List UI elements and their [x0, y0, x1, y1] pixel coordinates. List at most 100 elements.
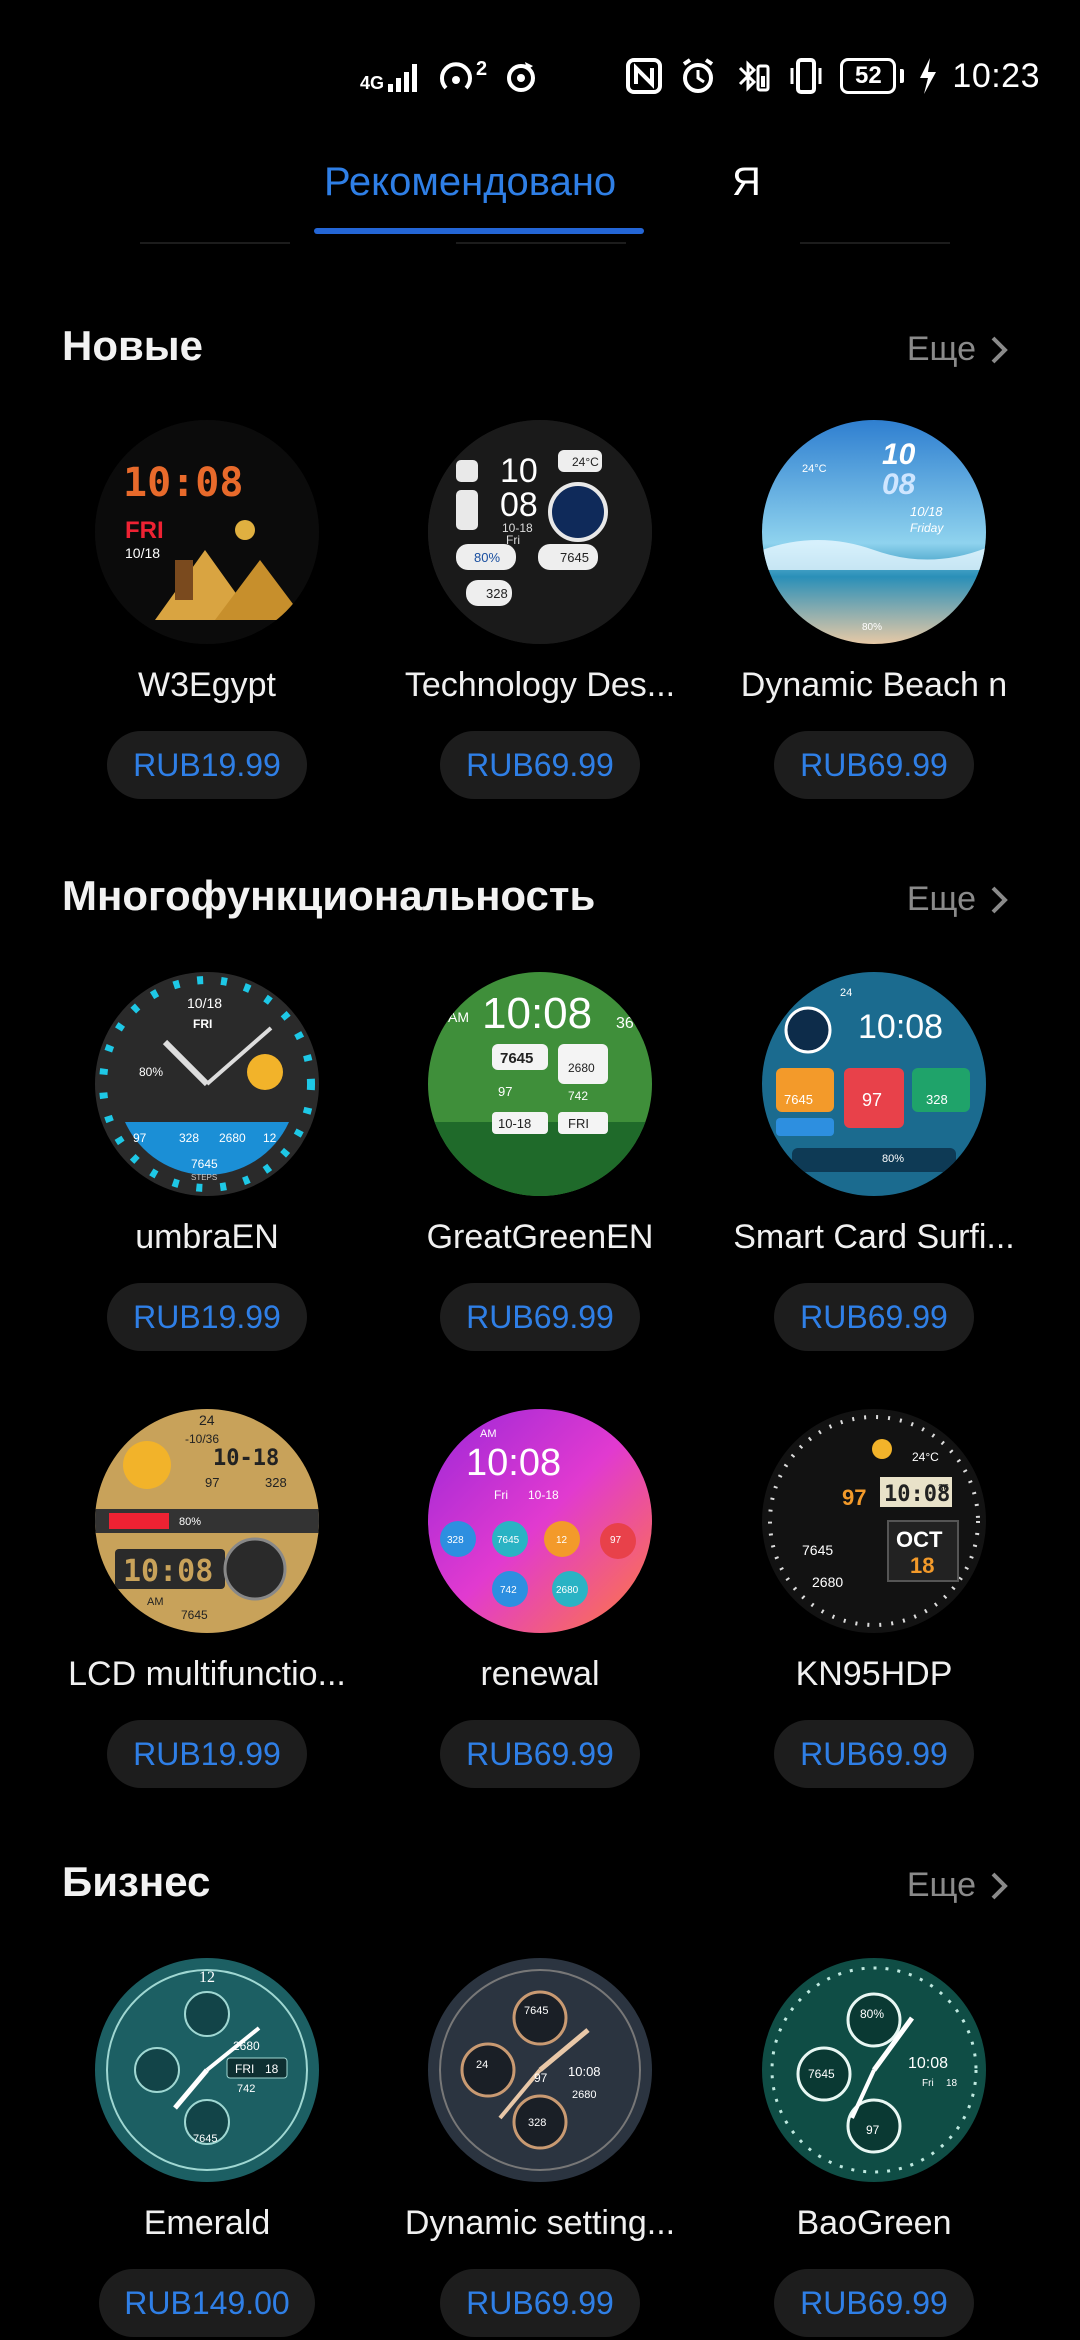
- hotspot-icon: 2: [436, 58, 487, 94]
- smartcard-face-graphic: 10:08 24 7645 97 328 80%: [762, 972, 986, 1196]
- watchface-preview: 10:08 24 7645 97 328 80%: [762, 972, 986, 1196]
- watchface-preview: AM 10:08 36 7645 2680 10-18 FRI 97 742: [428, 972, 652, 1196]
- price-button[interactable]: RUB69.99: [440, 2269, 640, 2337]
- face-date: 10-18: [528, 1488, 559, 1502]
- price-button[interactable]: RUB19.99: [107, 1720, 307, 1788]
- watchface-card[interactable]: 7645 24 97 10:08 328 2680 Dynamic settin…: [373, 1958, 707, 2337]
- section-business: Бизнес Еще 12 2680 FRI 18 742 7645 Emera…: [0, 1858, 1080, 2338]
- face-time: 10:08: [123, 460, 243, 506]
- price-button[interactable]: RUB149.00: [99, 2269, 315, 2337]
- kn95-face-graphic: 24°C 97 10:08 36 OCT 18 7645 2680: [762, 1409, 986, 1633]
- more-button[interactable]: Еще: [907, 880, 1008, 919]
- tab-recommended[interactable]: Рекомендовано: [324, 160, 616, 205]
- price-button[interactable]: RUB69.99: [774, 1720, 974, 1788]
- face-steps: 7645: [181, 1608, 208, 1622]
- chevron-right-icon: [991, 336, 1008, 363]
- lcd-face-graphic: 24 -10/36 10-18 97 328 80% 10:08 AM 7645: [95, 1409, 319, 1633]
- price-button[interactable]: RUB69.99: [774, 2269, 974, 2337]
- renewal-face-graphic: AM 10:08 Fri 10-18 328 7645 12 97 742 26…: [428, 1409, 652, 1633]
- price-button[interactable]: RUB69.99: [440, 731, 640, 799]
- face-time: 10:08: [568, 2064, 601, 2079]
- face-twelve: 12: [199, 1969, 215, 1986]
- sync-icon: [507, 62, 536, 92]
- face-ampm: AM: [147, 1596, 164, 1608]
- watchface-preview: 10 08 10-18 Fri 24°C 80% 7645 328: [428, 420, 652, 644]
- price-button[interactable]: RUB69.99: [774, 731, 974, 799]
- face-steps: 7645: [500, 1050, 533, 1067]
- charging-icon: [920, 58, 937, 94]
- watchface-card[interactable]: 10/18 FRI 80% 97 328 2680 12 7645 STEPS …: [40, 972, 374, 1351]
- face-heart: 97: [842, 1485, 866, 1510]
- watchface-name: Smart Card Surfi...: [733, 1218, 1015, 1256]
- hotspot-count: 2: [476, 58, 488, 80]
- face-stand: 12: [556, 1535, 568, 1546]
- face-date: 18: [265, 2062, 279, 2076]
- price-button[interactable]: RUB69.99: [440, 1720, 640, 1788]
- watchface-card[interactable]: 10:08 FRI 10/18 W3Egypt RUB19.99: [40, 420, 374, 799]
- face-altitude: 2680: [572, 2089, 596, 2101]
- technology-face-graphic: 10 08 10-18 Fri 24°C 80% 7645 328: [428, 420, 652, 644]
- face-minute: 08: [882, 468, 916, 501]
- face-steps: 7645: [497, 1535, 520, 1546]
- watchface-preview: AM 10:08 Fri 10-18 328 7645 12 97 742 26…: [428, 1409, 652, 1633]
- face-day-number: 18: [910, 1553, 934, 1578]
- watchface-card[interactable]: AM 10:08 Fri 10-18 328 7645 12 97 742 26…: [373, 1409, 707, 1788]
- face-steps: 7645: [802, 1542, 833, 1558]
- face-time: 10:08: [858, 1008, 943, 1046]
- face-month: OCT: [896, 1527, 943, 1552]
- baogreen-face-graphic: 80% 7645 10:08 Fri 18 97: [762, 1958, 986, 2182]
- price-button[interactable]: RUB19.99: [107, 731, 307, 799]
- face-date: 10-18: [213, 1446, 279, 1471]
- more-button[interactable]: Еще: [907, 1866, 1008, 1905]
- watchface-name: GreatGreenEN: [426, 1218, 654, 1256]
- face-day: FRI: [235, 2062, 254, 2076]
- price-button[interactable]: RUB69.99: [440, 1283, 640, 1351]
- status-right: 52 10:23: [624, 56, 1040, 96]
- face-heart: 97: [133, 1131, 147, 1145]
- face-temp: 24: [476, 2059, 488, 2071]
- watchface-name: Dynamic setting...: [404, 2204, 676, 2242]
- face-day: Fri: [922, 2078, 934, 2089]
- watchface-preview: 10:08 FRI 10/18: [95, 420, 319, 644]
- face-heart: 97: [498, 1084, 512, 1099]
- face-day: FRI: [193, 1017, 212, 1031]
- tab-me[interactable]: Я: [732, 160, 761, 205]
- watchface-card[interactable]: 10:08 24 7645 97 328 80% Smart Card Surf…: [707, 972, 1041, 1351]
- face-temp: 24°C: [912, 1450, 939, 1464]
- bluetooth-battery-icon: [739, 60, 770, 92]
- vibrate-icon: [790, 58, 822, 94]
- face-hour: 10: [500, 452, 538, 490]
- watchface-card[interactable]: 12 2680 FRI 18 742 7645 Emerald RUB149.0…: [40, 1958, 374, 2337]
- watchface-card[interactable]: 10 08 24°C 10/18 Friday 80% Dynamic Beac…: [707, 420, 1041, 799]
- watchface-card[interactable]: 80% 7645 10:08 Fri 18 97 BaoGreen RUB69.…: [707, 1958, 1041, 2337]
- face-battery: 80%: [179, 1516, 201, 1528]
- face-altitude: 2680: [568, 1061, 595, 1075]
- status-left: 4G 2: [360, 56, 541, 96]
- chevron-right-icon: [991, 886, 1008, 913]
- more-button[interactable]: Еще: [907, 330, 1008, 369]
- watchface-card[interactable]: 10 08 10-18 Fri 24°C 80% 7645 328 Techno…: [373, 420, 707, 799]
- beach-face-graphic: 10 08 24°C 10/18 Friday 80%: [762, 420, 986, 644]
- face-date: 18: [946, 2078, 958, 2089]
- price-button[interactable]: RUB19.99: [107, 1283, 307, 1351]
- face-calories: 328: [528, 2117, 546, 2129]
- face-battery: 80%: [139, 1065, 163, 1079]
- watchface-name: LCD multifunctio...: [68, 1655, 346, 1693]
- watchface-card[interactable]: AM 10:08 36 7645 2680 10-18 FRI 97 742 G…: [373, 972, 707, 1351]
- network-type-label: 4G: [360, 73, 385, 93]
- face-steps: 7645: [524, 2005, 548, 2017]
- watchface-name: umbraEN: [135, 1218, 279, 1256]
- face-time: 10:08: [908, 2055, 948, 2072]
- nfc-icon: [626, 58, 663, 94]
- face-date: 10-18: [498, 1116, 531, 1131]
- battery-tip: [900, 69, 905, 83]
- watchface-preview: 10 08 24°C 10/18 Friday 80%: [762, 420, 986, 644]
- watchface-card[interactable]: 24°C 97 10:08 36 OCT 18 7645 2680 KN95HD…: [707, 1409, 1041, 1788]
- watchface-card[interactable]: 24 -10/36 10-18 97 328 80% 10:08 AM 7645…: [40, 1409, 374, 1788]
- face-battery: 80%: [882, 1153, 904, 1165]
- face-calories: 328: [486, 586, 508, 601]
- price-button[interactable]: RUB69.99: [774, 1283, 974, 1351]
- face-altitude: 2680: [233, 2039, 260, 2053]
- face-day: Fri: [494, 1488, 508, 1502]
- face-altitude: 2680: [556, 1585, 579, 1596]
